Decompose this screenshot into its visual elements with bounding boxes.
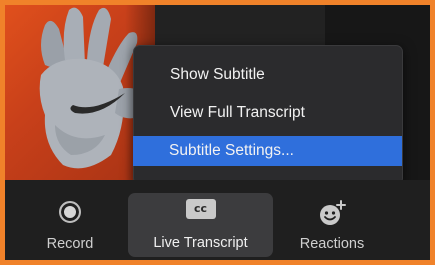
- menu-item-view-full-transcript[interactable]: View Full Transcript: [134, 98, 402, 128]
- reactions-label: Reactions: [299, 236, 365, 252]
- menu-item-label: Show Subtitle: [170, 66, 265, 83]
- smiley-plus-icon: [320, 200, 346, 225]
- cc-context-menu: Show Subtitle View Full Transcript Subti…: [133, 45, 403, 185]
- reactions-button[interactable]: Reactions: [287, 196, 377, 258]
- menu-item-show-subtitle[interactable]: Show Subtitle: [134, 60, 402, 90]
- menu-item-label: View Full Transcript: [170, 104, 305, 121]
- menu-item-label: Subtitle Settings...: [169, 142, 294, 159]
- record-icon: [59, 201, 81, 223]
- record-label: Record: [46, 236, 94, 252]
- live-transcript-label: Live Transcript: [153, 235, 248, 251]
- zoom-window-crop: Show Subtitle View Full Transcript Subti…: [0, 0, 435, 265]
- live-transcript-button[interactable]: cc Live Transcript: [128, 193, 273, 257]
- closed-captions-icon: cc: [185, 199, 216, 219]
- meeting-toolbar: Record cc Live Transcript Reactions: [5, 180, 430, 260]
- menu-item-subtitle-settings[interactable]: Subtitle Settings...: [133, 136, 402, 166]
- record-button[interactable]: Record: [35, 196, 105, 258]
